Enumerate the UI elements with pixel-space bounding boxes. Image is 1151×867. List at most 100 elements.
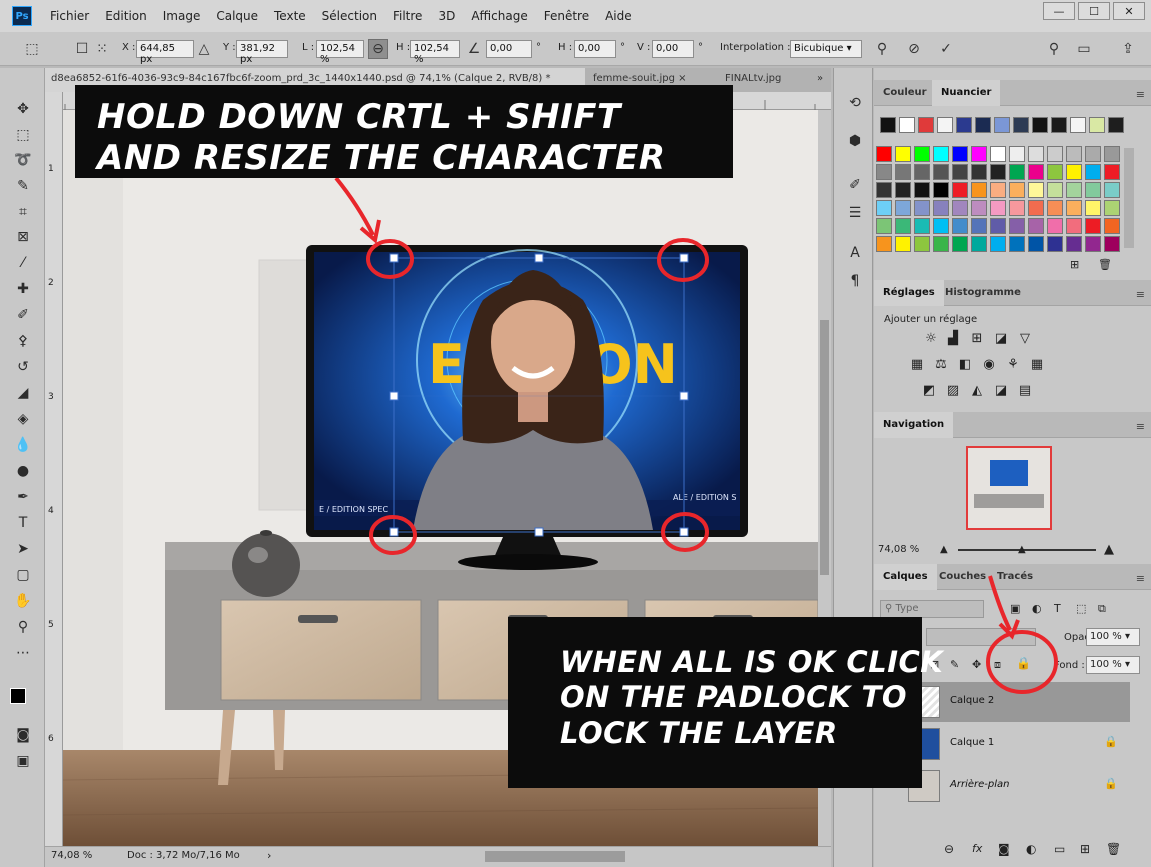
paragraph-panel-icon[interactable]: ¶ bbox=[844, 270, 866, 292]
new-swatch-icon[interactable]: ⊞ bbox=[1070, 258, 1079, 271]
swatch[interactable] bbox=[933, 218, 949, 234]
transform-handle[interactable] bbox=[534, 527, 544, 537]
healing-tool-icon[interactable]: ✚ bbox=[12, 278, 34, 300]
zoom-tool-icon[interactable]: ⚲ bbox=[12, 616, 34, 638]
swatch[interactable] bbox=[1104, 200, 1120, 216]
screen-mode-icon[interactable]: ▣ bbox=[12, 750, 34, 772]
swatch[interactable] bbox=[971, 218, 987, 234]
menu-edition[interactable]: Edition bbox=[97, 9, 155, 23]
filter-smart-icon[interactable]: ⧉ bbox=[1098, 602, 1106, 616]
swatch[interactable] bbox=[1104, 182, 1120, 198]
commit-transform-icon[interactable]: ✓ bbox=[936, 39, 956, 59]
panel-menu-icon[interactable]: ≡ bbox=[1136, 572, 1145, 585]
swatch[interactable] bbox=[952, 164, 968, 180]
swatch[interactable] bbox=[914, 146, 930, 162]
swatch[interactable] bbox=[876, 182, 892, 198]
swatch[interactable] bbox=[971, 164, 987, 180]
history-brush-tool-icon[interactable]: ↺ bbox=[12, 356, 34, 378]
menu-fenetre[interactable]: Fenêtre bbox=[536, 9, 597, 23]
swatch[interactable] bbox=[1108, 117, 1124, 133]
stamp-tool-icon[interactable]: ⚴ bbox=[12, 330, 34, 352]
swatch[interactable] bbox=[1028, 146, 1044, 162]
swatch[interactable] bbox=[1066, 146, 1082, 162]
eraser-tool-icon[interactable]: ◢ bbox=[12, 382, 34, 404]
menu-3d[interactable]: 3D bbox=[430, 9, 463, 23]
swatch[interactable] bbox=[1104, 236, 1120, 252]
swatch[interactable] bbox=[952, 182, 968, 198]
swatch[interactable] bbox=[933, 146, 949, 162]
trash-icon[interactable]: 🗑 bbox=[1098, 258, 1112, 271]
swatch[interactable] bbox=[971, 236, 987, 252]
panel-menu-icon[interactable]: ≡ bbox=[1136, 420, 1145, 433]
scrollbar-thumb[interactable] bbox=[820, 320, 829, 575]
swatch[interactable] bbox=[895, 146, 911, 162]
quick-mask-icon[interactable]: ◙ bbox=[12, 724, 34, 746]
y-position-field[interactable]: 381,92 px bbox=[236, 40, 288, 65]
swatch[interactable] bbox=[933, 182, 949, 198]
lock-image-icon[interactable]: ✎ bbox=[950, 658, 959, 671]
menu-image[interactable]: Image bbox=[155, 9, 209, 23]
new-group-icon[interactable]: ▭ bbox=[1054, 842, 1065, 856]
swatch[interactable] bbox=[876, 218, 892, 234]
swatch[interactable] bbox=[952, 236, 968, 252]
link-proportions-icon[interactable]: ⊖ bbox=[368, 39, 388, 59]
swatch[interactable] bbox=[895, 236, 911, 252]
tab-calques[interactable]: Calques bbox=[874, 564, 937, 590]
swatch[interactable] bbox=[990, 200, 1006, 216]
menu-filtre[interactable]: Filtre bbox=[385, 9, 430, 23]
transform-tool-icon[interactable]: ⬚ bbox=[22, 39, 42, 59]
delete-layer-icon[interactable]: 🗑 bbox=[1106, 842, 1121, 856]
swatch[interactable] bbox=[1047, 218, 1063, 234]
swatch[interactable] bbox=[1085, 236, 1101, 252]
swatch[interactable] bbox=[1028, 164, 1044, 180]
zoom-slider-thumb[interactable]: ▲ bbox=[1018, 544, 1026, 555]
swatch[interactable] bbox=[933, 200, 949, 216]
cancel-transform-icon[interactable]: ⊘ bbox=[904, 39, 924, 59]
menu-affichage[interactable]: Affichage bbox=[463, 9, 535, 23]
swatch[interactable] bbox=[1066, 218, 1082, 234]
swatch[interactable] bbox=[914, 182, 930, 198]
tab-reglages[interactable]: Réglages bbox=[874, 280, 944, 306]
swatch[interactable] bbox=[1028, 218, 1044, 234]
properties-icon[interactable]: ☰ bbox=[844, 202, 866, 224]
swatch[interactable] bbox=[994, 117, 1010, 133]
transform-handle[interactable] bbox=[534, 253, 544, 263]
history-panel-icon[interactable]: ⟲ bbox=[844, 92, 866, 114]
frame-tool-icon[interactable]: ⊠ bbox=[12, 226, 34, 248]
marquee-tool-icon[interactable]: ⬚ bbox=[12, 124, 34, 146]
swatch[interactable] bbox=[914, 164, 930, 180]
add-mask-icon[interactable]: ◙ bbox=[998, 842, 1010, 856]
swatch[interactable] bbox=[1028, 236, 1044, 252]
swatch[interactable] bbox=[1028, 182, 1044, 198]
menu-selection[interactable]: Sélection bbox=[314, 9, 385, 23]
layer-name[interactable]: Arrière-plan bbox=[950, 779, 1009, 790]
navigator-preview[interactable] bbox=[966, 446, 1052, 530]
triangle-icon[interactable]: △ bbox=[194, 39, 214, 59]
tab-couleur[interactable]: Couleur bbox=[874, 80, 936, 106]
swatch[interactable] bbox=[937, 117, 953, 133]
link-layers-icon[interactable]: ⊖ bbox=[944, 842, 954, 856]
swatches-scrollbar[interactable] bbox=[1124, 148, 1134, 248]
swatch[interactable] bbox=[1085, 146, 1101, 162]
swatch[interactable] bbox=[952, 146, 968, 162]
close-window-button[interactable]: ✕ bbox=[1113, 2, 1145, 20]
zoom-out-icon[interactable]: ▲ bbox=[940, 544, 948, 555]
dodge-tool-icon[interactable]: ● bbox=[12, 460, 34, 482]
status-menu-arrow[interactable]: › bbox=[267, 849, 271, 862]
menu-fichier[interactable]: Fichier bbox=[42, 9, 97, 23]
layer-row-arriere-plan[interactable]: Arrière-plan 🔒 bbox=[890, 766, 1130, 806]
swatch[interactable] bbox=[1047, 236, 1063, 252]
swatch[interactable] bbox=[1070, 117, 1086, 133]
search-icon[interactable]: ⚲ bbox=[1044, 39, 1064, 59]
posterize-icon[interactable]: ▨ bbox=[944, 382, 962, 398]
swatch[interactable] bbox=[971, 182, 987, 198]
swatch[interactable] bbox=[971, 146, 987, 162]
new-layer-icon[interactable]: ⊞ bbox=[1080, 842, 1090, 856]
swatch[interactable] bbox=[1066, 182, 1082, 198]
swatch[interactable] bbox=[1009, 146, 1025, 162]
swatch[interactable] bbox=[971, 200, 987, 216]
swatch[interactable] bbox=[990, 236, 1006, 252]
swatch[interactable] bbox=[1085, 164, 1101, 180]
swatch[interactable] bbox=[1085, 182, 1101, 198]
transform-handle[interactable] bbox=[679, 391, 689, 401]
